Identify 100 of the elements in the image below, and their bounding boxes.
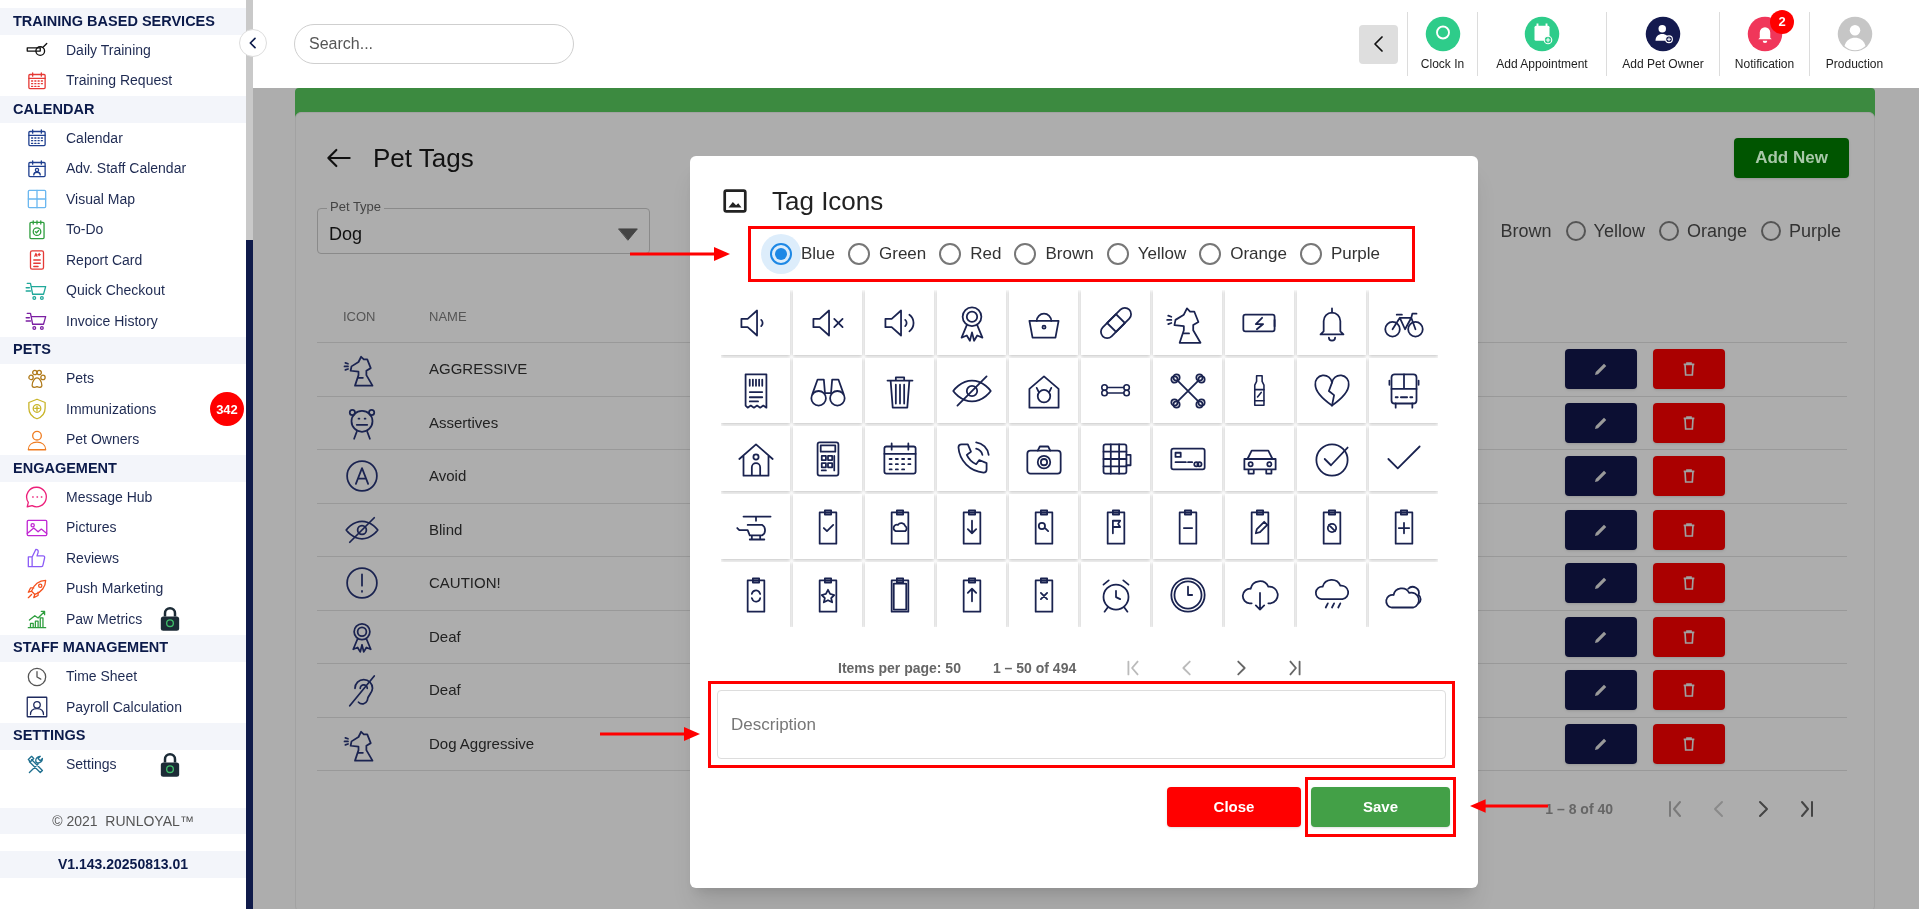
icon-option[interactable] bbox=[865, 290, 934, 355]
icon-option[interactable] bbox=[1081, 358, 1150, 423]
icon-option[interactable] bbox=[865, 358, 934, 423]
radio-button[interactable] bbox=[1658, 221, 1679, 241]
icon-option[interactable] bbox=[937, 494, 1006, 559]
nav-link[interactable]: Time Sheet bbox=[0, 663, 238, 690]
edit-button[interactable] bbox=[1565, 670, 1637, 711]
nav-link[interactable]: Daily Training bbox=[0, 37, 238, 64]
nav-link[interactable]: Pet Owners bbox=[0, 426, 238, 453]
edit-button[interactable] bbox=[1565, 456, 1637, 497]
nav-link[interactable]: Reviews bbox=[0, 545, 238, 572]
icon-option[interactable] bbox=[721, 358, 790, 423]
icon-option[interactable] bbox=[865, 494, 934, 559]
icon-option[interactable] bbox=[793, 290, 862, 355]
edit-button[interactable] bbox=[1565, 563, 1637, 604]
nav-link[interactable]: Push Marketing bbox=[0, 575, 238, 602]
toolbar-button[interactable]: Clock In bbox=[1407, 12, 1477, 76]
icon-option[interactable] bbox=[865, 562, 934, 627]
delete-button[interactable] bbox=[1653, 402, 1725, 443]
delete-button[interactable] bbox=[1653, 723, 1725, 764]
icon-option[interactable] bbox=[1369, 358, 1438, 423]
nav-link[interactable]: Pictures bbox=[0, 514, 238, 541]
icon-option[interactable] bbox=[1225, 358, 1294, 423]
nav-link[interactable]: Report Card bbox=[0, 247, 238, 274]
nav-link[interactable]: Visual Map bbox=[0, 186, 238, 213]
icon-option[interactable] bbox=[1297, 562, 1366, 627]
icon-option[interactable] bbox=[1009, 290, 1078, 355]
search-field[interactable]: Search... bbox=[294, 24, 574, 64]
edit-button[interactable] bbox=[1565, 723, 1637, 764]
nav-link[interactable]: Invoice History bbox=[0, 308, 238, 335]
radio-button[interactable] bbox=[939, 243, 962, 265]
radio-button[interactable] bbox=[1014, 243, 1037, 265]
radio-button[interactable] bbox=[1199, 243, 1222, 265]
icon-option[interactable] bbox=[1081, 562, 1150, 627]
radio-button[interactable] bbox=[1106, 243, 1129, 265]
radio-button[interactable] bbox=[1760, 221, 1781, 241]
icon-option[interactable] bbox=[1225, 290, 1294, 355]
edit-button[interactable] bbox=[1565, 616, 1637, 657]
icon-option[interactable] bbox=[1081, 426, 1150, 491]
close-button[interactable]: Close bbox=[1167, 787, 1301, 827]
icon-option[interactable] bbox=[1225, 562, 1294, 627]
nav-link[interactable]: Calendar bbox=[0, 125, 238, 152]
delete-button[interactable] bbox=[1653, 563, 1725, 604]
icon-option[interactable] bbox=[793, 494, 862, 559]
delete-button[interactable] bbox=[1653, 670, 1725, 711]
icon-option[interactable] bbox=[1153, 562, 1222, 627]
icon-option[interactable] bbox=[1009, 562, 1078, 627]
icon-option[interactable] bbox=[1153, 494, 1222, 559]
icon-option[interactable] bbox=[1297, 494, 1366, 559]
icon-option[interactable] bbox=[1081, 290, 1150, 355]
radio-button[interactable] bbox=[1565, 221, 1586, 241]
icon-option[interactable] bbox=[721, 426, 790, 491]
toolbar-button[interactable]: Notification 2 bbox=[1719, 12, 1809, 76]
radio-button[interactable] bbox=[848, 243, 871, 265]
radio-button[interactable] bbox=[770, 243, 792, 265]
toolbar-button[interactable]: Production bbox=[1809, 12, 1899, 76]
nav-link[interactable]: To-Do bbox=[0, 216, 238, 243]
nav-link[interactable]: Message Hub bbox=[0, 484, 238, 511]
toolbar-button[interactable]: Add Pet Owner bbox=[1606, 12, 1719, 76]
icon-option[interactable] bbox=[1009, 426, 1078, 491]
delete-button[interactable] bbox=[1653, 616, 1725, 657]
edit-button[interactable] bbox=[1565, 402, 1637, 443]
icon-option[interactable] bbox=[1297, 290, 1366, 355]
radio-button[interactable] bbox=[1299, 243, 1322, 265]
icon-option[interactable] bbox=[865, 426, 934, 491]
icon-option[interactable] bbox=[1153, 426, 1222, 491]
edit-button[interactable] bbox=[1565, 349, 1637, 390]
nav-link[interactable]: Pets bbox=[0, 365, 238, 392]
description-field[interactable]: Description bbox=[717, 690, 1446, 759]
icon-option[interactable] bbox=[1009, 358, 1078, 423]
scrollbar[interactable] bbox=[246, 0, 253, 909]
icon-option[interactable] bbox=[937, 562, 1006, 627]
nav-link[interactable]: Quick Checkout bbox=[0, 277, 238, 304]
icon-option[interactable] bbox=[721, 494, 790, 559]
icon-option[interactable] bbox=[1225, 426, 1294, 491]
back-button[interactable] bbox=[1359, 24, 1398, 64]
icon-option[interactable] bbox=[793, 358, 862, 423]
icon-option[interactable] bbox=[1369, 494, 1438, 559]
icon-option[interactable] bbox=[937, 426, 1006, 491]
icon-option[interactable] bbox=[1297, 426, 1366, 491]
icon-option[interactable] bbox=[937, 358, 1006, 423]
icon-option[interactable] bbox=[1081, 494, 1150, 559]
nav-link[interactable]: Settings bbox=[0, 751, 160, 778]
icon-option[interactable] bbox=[1297, 358, 1366, 423]
nav-link[interactable]: Immunizations bbox=[0, 396, 210, 423]
add-new-button[interactable]: Add New bbox=[1734, 138, 1849, 178]
toolbar-button[interactable]: Add Appointment bbox=[1477, 12, 1606, 76]
nav-link[interactable]: Adv. Staff Calendar bbox=[0, 155, 238, 182]
delete-button[interactable] bbox=[1653, 456, 1725, 497]
nav-link[interactable]: Paw Metrics bbox=[0, 606, 160, 633]
icon-option[interactable] bbox=[1153, 358, 1222, 423]
icon-option[interactable] bbox=[1009, 494, 1078, 559]
icon-option[interactable] bbox=[1225, 494, 1294, 559]
nav-link[interactable]: Payroll Calculation bbox=[0, 694, 238, 721]
delete-button[interactable] bbox=[1653, 509, 1725, 550]
icon-option[interactable] bbox=[937, 290, 1006, 355]
icon-option[interactable] bbox=[793, 426, 862, 491]
nav-link[interactable]: Training Request bbox=[0, 67, 238, 94]
icon-option[interactable] bbox=[793, 562, 862, 627]
delete-button[interactable] bbox=[1653, 349, 1725, 390]
